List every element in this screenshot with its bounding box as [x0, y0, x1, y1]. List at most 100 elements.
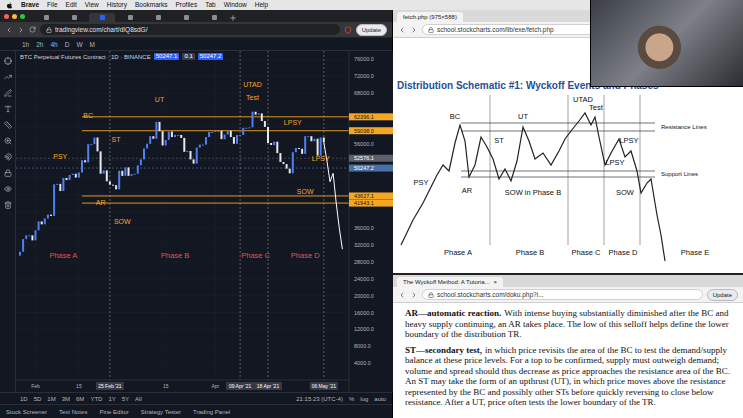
phase-label[interactable]: Phase A	[49, 251, 77, 260]
panel-tab[interactable]: Stock Screener	[6, 409, 47, 415]
close-light[interactable]	[4, 14, 9, 19]
scale-option[interactable]: auto	[374, 396, 386, 402]
chart-toolbar: 1h 2h 4h DW M	[0, 38, 392, 51]
menu-item[interactable]: Bookmarks	[135, 2, 168, 9]
zoom-light[interactable]	[20, 14, 25, 19]
trash-icon[interactable]	[4, 201, 12, 209]
update-button[interactable]: Update	[356, 24, 387, 36]
interval-button[interactable]: 2h	[36, 41, 43, 48]
event-label[interactable]: UT	[155, 96, 165, 103]
range-button[interactable]: 3M	[62, 396, 70, 402]
scale-option[interactable]: %	[349, 396, 354, 402]
forward-icon[interactable]	[410, 26, 418, 34]
event-label[interactable]: UTAD	[243, 81, 262, 88]
interval-button[interactable]: 4h	[50, 41, 57, 48]
interval-button[interactable]: M	[90, 41, 95, 48]
browser-tab[interactable]: fetch.php (975×588)	[397, 12, 463, 22]
menu-item[interactable]: Window	[224, 2, 247, 9]
event-label[interactable]: AR	[96, 199, 106, 206]
horizontal-level-line[interactable]	[82, 116, 349, 117]
range-button[interactable]: YTD	[90, 396, 102, 402]
range-button[interactable]: 1M	[47, 396, 55, 402]
minimize-light[interactable]	[12, 14, 17, 19]
interval-button[interactable]: 1h	[22, 41, 29, 48]
horizontal-level-line[interactable]	[82, 195, 349, 196]
price-tick: 12000.0	[354, 326, 374, 332]
tradingview-window: tradingview.com/chart/dIQ8sdG/Update 1h 2h…	[0, 10, 393, 418]
event-label[interactable]: SOW	[297, 188, 314, 195]
menu-item[interactable]: History	[107, 2, 127, 9]
trend-line-icon[interactable]	[4, 73, 12, 81]
menu-item[interactable]: Help	[255, 2, 268, 9]
url-field[interactable]: school.stockcharts.com/doku.php?i...	[422, 289, 703, 300]
menu-item[interactable]: View	[85, 2, 99, 9]
text-icon[interactable]	[4, 105, 12, 113]
ruler-icon[interactable]	[4, 121, 12, 129]
back-icon[interactable]	[398, 291, 406, 299]
browser-tab[interactable]	[145, 13, 171, 22]
browser-tab[interactable]	[33, 13, 59, 22]
panel-tab[interactable]: Pine Editor	[99, 409, 128, 415]
brave-shield-icon[interactable]	[344, 26, 352, 34]
apple-icon[interactable]	[6, 2, 13, 9]
browser-tab[interactable]	[117, 13, 143, 22]
event-label: LPSY	[619, 136, 638, 145]
menu-item[interactable]: Edit	[66, 2, 77, 9]
browser-tab[interactable]: The Wyckoff Method: A Tutoria...×	[397, 277, 503, 287]
event-label[interactable]: LPSY	[284, 119, 302, 126]
forward-icon[interactable]	[410, 291, 418, 299]
crosshair-icon[interactable]	[4, 57, 12, 65]
browser-tab[interactable]	[61, 13, 87, 22]
scale-option[interactable]: log	[360, 396, 368, 402]
lock-icon[interactable]	[4, 169, 12, 177]
horizontal-level-line[interactable]	[82, 130, 349, 131]
lock-icon	[428, 27, 434, 33]
reload-icon[interactable]	[29, 26, 36, 33]
phase-label[interactable]: Phase B	[161, 251, 189, 260]
event-label[interactable]: ST	[112, 136, 122, 143]
new-tab-icon[interactable]	[229, 14, 237, 22]
range-button[interactable]: 1Y	[108, 396, 115, 402]
url-field[interactable]: tradingview.com/chart/dIQ8sdG/	[40, 24, 340, 35]
event-label[interactable]: PSY	[53, 153, 67, 160]
tab-close[interactable]: ×	[494, 279, 498, 285]
interval-button[interactable]: D	[65, 41, 70, 48]
event-label[interactable]: BC	[83, 112, 93, 119]
price-chart[interactable]: PSY BC ST AR SOW UT UTAD Test LPSY LPSY SOW Phase A…	[16, 51, 393, 392]
menu-item[interactable]: Profiles	[176, 2, 198, 9]
magnet-icon[interactable]	[4, 153, 12, 161]
panel-tab[interactable]: Text Notes	[59, 409, 87, 415]
zoom-icon[interactable]	[4, 137, 12, 145]
symbol-title: BTC Perpetual Futures Contract · 1D · BI…	[20, 54, 151, 60]
phase-label: Phase C	[572, 248, 601, 257]
phase-label[interactable]: Phase D	[291, 251, 320, 260]
event-label[interactable]: LPSY	[312, 155, 330, 162]
forward-icon[interactable]	[17, 26, 25, 34]
event-label[interactable]: SOW	[114, 218, 131, 225]
event-label: BC	[450, 112, 461, 121]
range-button[interactable]: All	[135, 396, 142, 402]
range-button[interactable]: 5Y	[122, 396, 129, 402]
menu-item[interactable]: Tab	[205, 2, 215, 9]
menu-item[interactable]: File	[47, 2, 57, 9]
range-button[interactable]: 5D	[34, 396, 42, 402]
browser-tab[interactable]	[89, 13, 115, 22]
eye-icon[interactable]	[4, 185, 12, 193]
range-button[interactable]: 1D	[20, 396, 28, 402]
back-icon[interactable]	[5, 26, 13, 34]
brush-icon[interactable]	[4, 89, 12, 97]
interval-button[interactable]: W	[76, 41, 82, 48]
range-button[interactable]: 6M	[76, 396, 84, 402]
price-tick: 36000.0	[354, 225, 374, 231]
phase-label[interactable]: Phase C	[241, 251, 270, 260]
svg-text:59098.0: 59098.0	[354, 128, 374, 134]
panel-tab[interactable]: Trading Panel	[193, 409, 230, 415]
panel-tab[interactable]: Strategy Tester	[141, 409, 181, 415]
event-label[interactable]: Test	[246, 94, 259, 101]
browser-tab[interactable]	[173, 13, 199, 22]
menu-app[interactable]: Brave	[21, 2, 39, 9]
browser-tab[interactable]	[201, 13, 227, 22]
horizontal-level-line[interactable]	[82, 203, 349, 204]
update-button[interactable]: Update	[707, 289, 738, 301]
back-icon[interactable]	[398, 26, 406, 34]
